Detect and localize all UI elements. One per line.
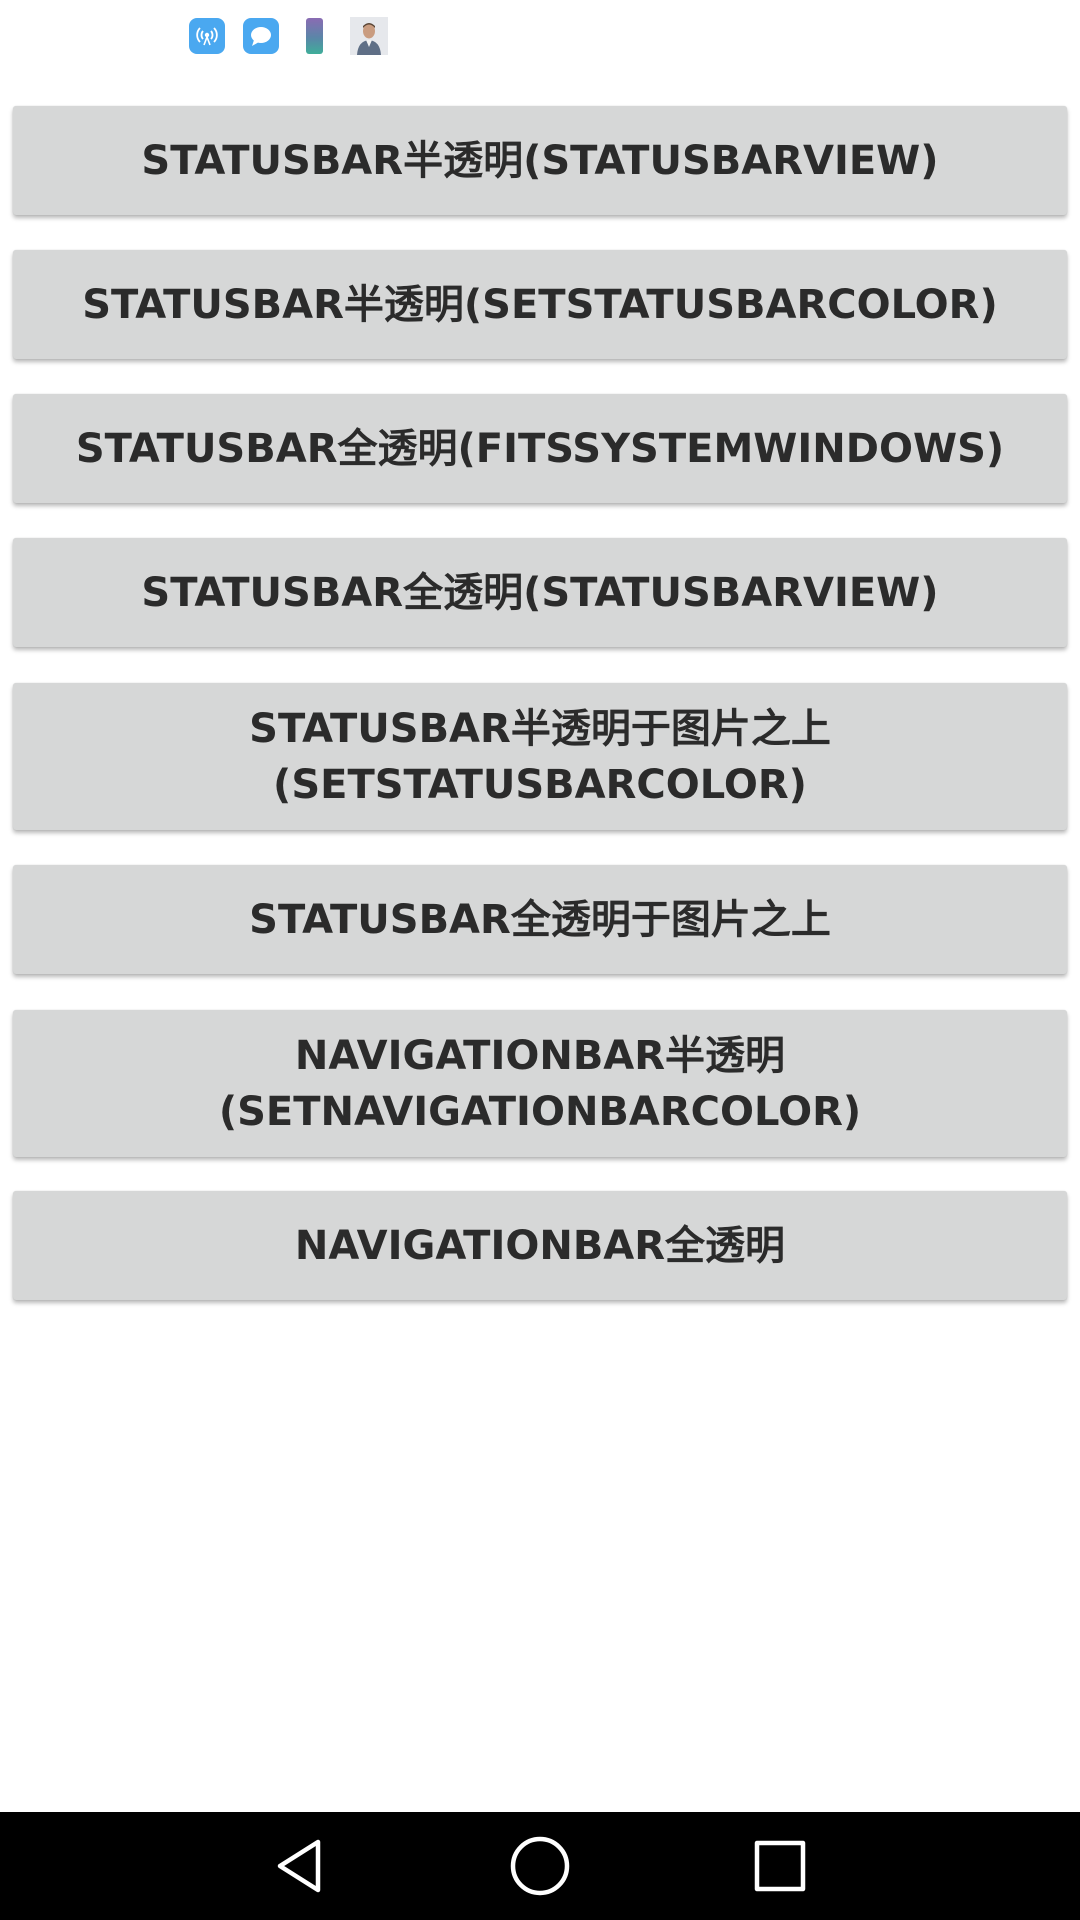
- statusbar-translucent-over-image-button[interactable]: STATUSBAR半透明于图片之上 (SETSTATUSBARCOLOR): [13, 683, 1067, 830]
- button-label: STATUSBAR全透明(FITSSYSTEMWINDOWS): [75, 425, 1005, 472]
- statusbar-translucent-statusbarview-button[interactable]: STATUSBAR半透明(STATUSBARVIEW): [13, 106, 1067, 215]
- avatar-icon: [350, 17, 388, 55]
- statusbar-transparent-over-image-button[interactable]: STATUSBAR全透明于图片之上: [13, 865, 1067, 974]
- button-label: STATUSBAR全透明于图片之上: [249, 896, 831, 943]
- back-icon: [277, 1839, 321, 1893]
- home-button[interactable]: [480, 1812, 600, 1920]
- navigationbar-translucent-button[interactable]: NAVIGATIONBAR半透明 (SETNAVIGATIONBARCOLOR): [13, 1010, 1067, 1157]
- button-label: STATUSBAR半透明(STATUSBARVIEW): [141, 137, 939, 184]
- statusbar-transparent-fitssystemwindows-button[interactable]: STATUSBAR全透明(FITSSYSTEMWINDOWS): [13, 394, 1067, 503]
- app-screen: STATUSBAR半透明(STATUSBARVIEW) STATUSBAR半透明…: [0, 0, 1080, 1920]
- navigation-bar: [0, 1812, 1080, 1920]
- button-label: STATUSBAR全透明(STATUSBARVIEW): [141, 569, 939, 616]
- button-label: STATUSBAR半透明于图片之上 (SETSTATUSBARCOLOR): [249, 705, 831, 808]
- wifi-hotspot-icon: [189, 18, 225, 54]
- phone-icon: [306, 18, 323, 54]
- back-button[interactable]: [240, 1812, 360, 1920]
- button-label: NAVIGATIONBAR全透明: [294, 1222, 786, 1269]
- button-label: STATUSBAR半透明(SETSTATUSBARCOLOR): [82, 281, 998, 328]
- statusbar-translucent-setstatusbarcolor-button[interactable]: STATUSBAR半透明(SETSTATUSBARCOLOR): [13, 250, 1067, 359]
- button-label: NAVIGATIONBAR半透明 (SETNAVIGATIONBARCOLOR): [218, 1032, 862, 1135]
- message-icon: [243, 18, 279, 54]
- statusbar-transparent-statusbarview-button[interactable]: STATUSBAR全透明(STATUSBARVIEW): [13, 538, 1067, 647]
- recent-apps-icon: [754, 1840, 806, 1892]
- status-bar: [0, 0, 1080, 72]
- navigationbar-transparent-button[interactable]: NAVIGATIONBAR全透明: [13, 1191, 1067, 1300]
- home-icon: [510, 1836, 570, 1896]
- recent-apps-button[interactable]: [720, 1812, 840, 1920]
